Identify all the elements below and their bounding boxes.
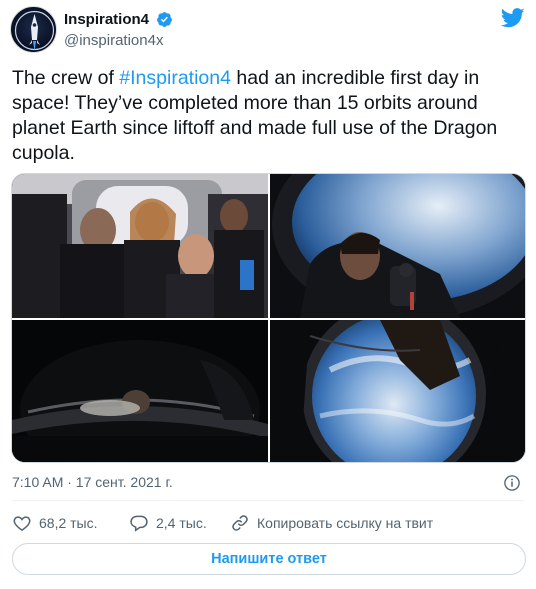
action-bar: 68,2 тыс. 2,4 тыс. Копировать ссылку на …	[12, 513, 524, 535]
copy-link-button[interactable]: Копировать ссылку на твит	[230, 513, 433, 533]
verified-badge-icon	[157, 12, 173, 28]
divider	[12, 500, 524, 501]
photo-window-earth[interactable]	[270, 174, 525, 318]
cupola-earth-image	[270, 320, 525, 462]
heart-icon	[13, 516, 31, 531]
photo-cupola-earth[interactable]	[270, 320, 525, 462]
dark-interior-image	[12, 320, 268, 462]
copy-link-label: Копировать ссылку на твит	[257, 515, 434, 531]
author-name[interactable]: Inspiration4	[64, 11, 149, 28]
like-button[interactable]: 68,2 тыс.	[12, 513, 98, 533]
link-icon	[232, 515, 248, 531]
crew-cabin-image	[12, 174, 268, 318]
reply-count-button[interactable]: 2,4 тыс.	[129, 513, 207, 533]
hashtag-link[interactable]: #Inspiration4	[119, 67, 231, 89]
window-earth-image	[270, 174, 525, 318]
like-count: 68,2 тыс.	[39, 515, 98, 531]
photo-crew-cabin[interactable]	[12, 174, 268, 318]
reply-count: 2,4 тыс.	[156, 515, 207, 531]
info-icon[interactable]	[503, 474, 521, 492]
twitter-bird-icon[interactable]	[501, 8, 525, 28]
tweet-timestamp[interactable]: 7:10 AM · 17 сент. 2021 г.	[12, 474, 173, 490]
reply-button[interactable]: Напишите ответ	[12, 543, 526, 575]
author-avatar[interactable]	[10, 6, 57, 53]
photo-dark-interior[interactable]	[12, 320, 268, 462]
author-handle[interactable]: @inspiration4x	[64, 32, 173, 49]
speech-bubble-icon	[130, 515, 148, 532]
rocket-icon	[14, 10, 55, 51]
media-grid	[11, 173, 526, 463]
tweet-text: The crew of #Inspiration4 had an incredi…	[12, 66, 522, 166]
tweet-text-start: The crew of	[12, 67, 120, 89]
tweet-card: Inspiration4 @inspiration4x The crew of …	[0, 0, 536, 589]
author-block: Inspiration4 @inspiration4x	[64, 11, 173, 49]
